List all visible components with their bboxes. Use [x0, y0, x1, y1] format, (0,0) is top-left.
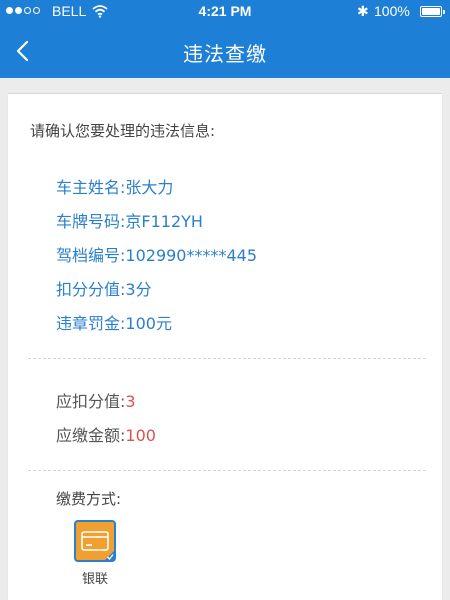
- bank-card-icon: [74, 520, 116, 562]
- status-bar: BELL 4:21 PM ✱ 100%: [0, 0, 450, 24]
- due-amount-value: 100: [125, 426, 156, 445]
- deduct-points-value: 3分: [125, 280, 152, 299]
- violation-info-card: 请确认您要处理的违法信息: 车主姓名:张大力 车牌号码:京F112YH 驾档编号…: [8, 94, 442, 600]
- divider: [28, 358, 426, 359]
- deduct-points-label: 扣分分值:: [56, 280, 126, 299]
- unionpay-label: 银联: [81, 572, 108, 587]
- payment-method-label: 缴费方式:: [56, 490, 122, 508]
- plate-number-row: 车牌号码:京F112YH: [56, 208, 203, 232]
- app-screen: BELL 4:21 PM ✱ 100% 违法查缴 请确认您要处理的违法信息: 车…: [0, 0, 450, 600]
- owner-name-row: 车主姓名:张大力: [56, 174, 173, 198]
- due-points-row: 应扣分值:3: [56, 388, 136, 412]
- fine-amount-label: 违章罚金:: [56, 314, 126, 333]
- due-points-label: 应扣分值:: [56, 392, 126, 411]
- divider: [28, 470, 426, 471]
- bluetooth-icon: ✱: [357, 3, 369, 19]
- navigation-bar: 违法查缴: [0, 24, 450, 78]
- unionpay-option[interactable]: 银联: [70, 520, 120, 587]
- fine-amount-value: 100元: [125, 314, 172, 333]
- owner-name-label: 车主姓名:: [56, 178, 126, 197]
- due-amount-label: 应缴金额:: [56, 426, 126, 445]
- license-file-row: 驾档编号:102990*****445: [56, 242, 257, 266]
- license-file-value: 102990*****445: [125, 246, 258, 265]
- battery-level-fill: [422, 8, 440, 15]
- due-amount-row: 应缴金额:100: [56, 422, 156, 446]
- deduct-points-row: 扣分分值:3分: [56, 276, 152, 300]
- confirm-prompt: 请确认您要处理的违法信息:: [30, 122, 216, 140]
- due-points-value: 3: [125, 392, 136, 411]
- fine-amount-row: 违章罚金:100元: [56, 310, 172, 334]
- page-title: 违法查缴: [183, 42, 267, 66]
- plate-number-label: 车牌号码:: [56, 212, 126, 231]
- owner-name-value: 张大力: [125, 178, 174, 197]
- license-file-label: 驾档编号:: [56, 246, 126, 265]
- battery-percentage: 100%: [374, 3, 410, 19]
- battery-icon: [420, 6, 445, 17]
- plate-number-value: 京F112YH: [125, 212, 203, 231]
